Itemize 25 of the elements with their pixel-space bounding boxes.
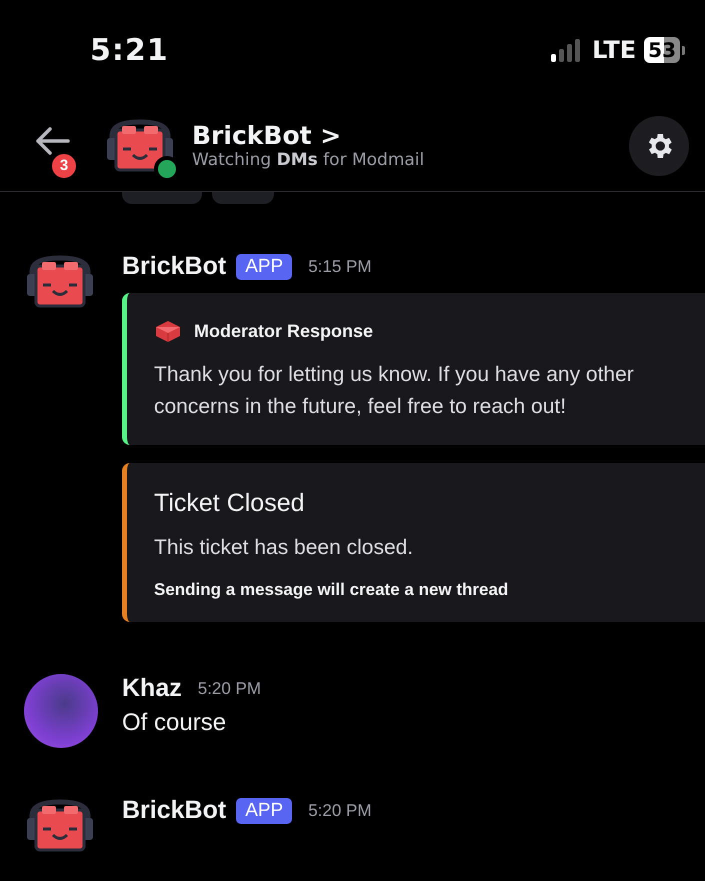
network-label: LTE — [592, 36, 636, 64]
embed-description: Thank you for letting us know. If you have any other concerns in the future, feel free to reach out! — [154, 362, 635, 420]
back-button[interactable]: 3 — [34, 126, 84, 184]
back-arrow-icon — [34, 126, 70, 156]
message-time: 5:20 PM — [198, 678, 262, 698]
battery-level: 53 — [644, 37, 680, 63]
app-tag: APP — [236, 798, 292, 824]
battery-tip-icon — [682, 46, 685, 54]
message-text: Of course — [122, 709, 228, 737]
embed-footer: Sending a message will create a new thread — [154, 580, 685, 600]
author-name[interactable]: BrickBot — [122, 796, 226, 825]
unread-badge: 3 — [50, 152, 78, 180]
author-name[interactable]: BrickBot — [122, 252, 226, 281]
embed-description: This ticket has been closed. — [154, 535, 414, 561]
message-time: 5:20 PM — [308, 800, 372, 820]
embed-title: Ticket Closed — [154, 489, 306, 518]
channel-name[interactable]: BrickBot > — [192, 121, 629, 150]
author-name[interactable]: Khaz — [122, 674, 182, 703]
embed-author: Moderator Response — [194, 320, 374, 342]
clock-time: 5:21 — [90, 32, 170, 68]
channel-subtitle: Watching DMs for Modmail — [192, 150, 426, 170]
brick-icon — [154, 319, 182, 343]
app-tag: APP — [236, 254, 292, 280]
signal-icon — [551, 38, 580, 62]
message-time: 5:15 PM — [308, 256, 372, 276]
